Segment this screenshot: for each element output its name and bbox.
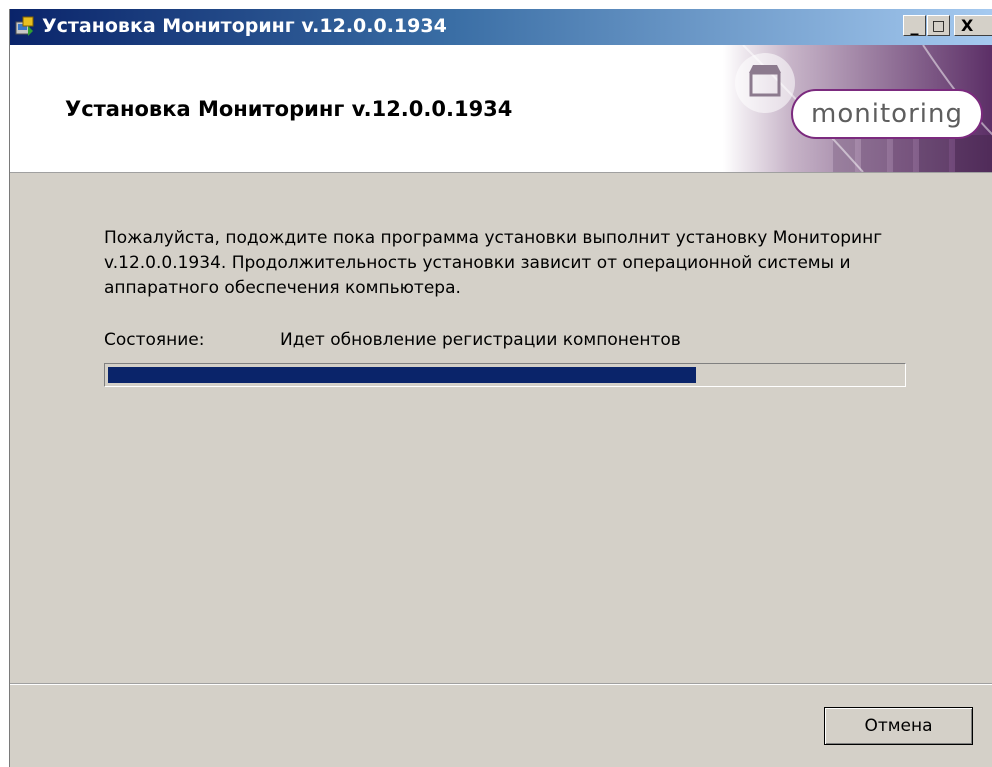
cancel-button[interactable]: Отмена — [824, 707, 973, 745]
install-progress-bar — [104, 363, 906, 387]
maximize-icon: □ — [931, 17, 946, 34]
cancel-label: Отмена — [864, 716, 933, 736]
page-title: Установка Мониторинг v.12.0.0.1934 — [65, 97, 513, 121]
close-icon: X — [961, 16, 974, 35]
header-panel: Установка Мониторинг v.12.0.0.1934 monit… — [10, 45, 992, 173]
installer-icon — [14, 15, 36, 37]
progress-fill — [108, 367, 696, 383]
monitoring-logo: monitoring — [791, 89, 983, 139]
logo-text: monitoring — [811, 99, 963, 129]
store-icon — [735, 53, 795, 113]
installer-window: Установка Мониторинг v.12.0.0.1934 _ □ X… — [9, 9, 992, 767]
minimize-button[interactable]: _ — [903, 15, 926, 36]
close-button[interactable]: X — [954, 15, 992, 36]
minimize-icon: _ — [910, 16, 919, 35]
status-label: Состояние: — [104, 330, 205, 350]
title-bar[interactable]: Установка Мониторинг v.12.0.0.1934 _ □ X — [10, 9, 992, 45]
install-description: Пожалуйста, подождите пока программа уст… — [104, 228, 883, 298]
status-value: Идет обновление регистрации компонентов — [280, 330, 681, 350]
footer-divider — [10, 683, 992, 685]
window-title: Установка Мониторинг v.12.0.0.1934 — [42, 15, 447, 37]
maximize-button[interactable]: □ — [927, 15, 950, 36]
